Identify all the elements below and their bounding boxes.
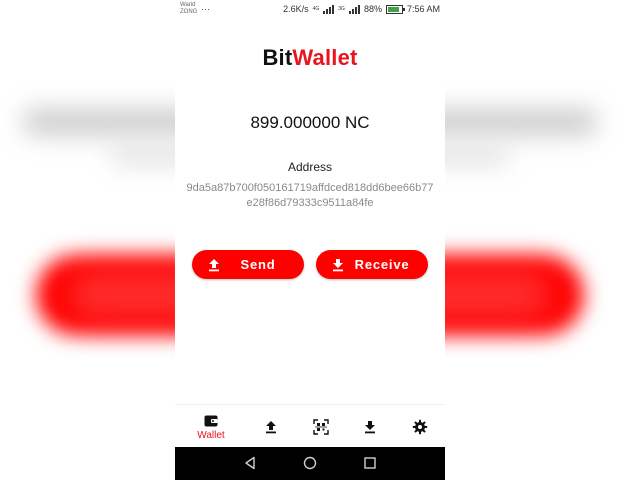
address-label: Address bbox=[287, 160, 333, 174]
network-badge-1: 4G bbox=[312, 5, 320, 12]
battery-icon bbox=[385, 4, 405, 14]
status-bar: Warid ZONG ··· 2.6K/s 4G 3G 88% 7:56 AM bbox=[175, 0, 445, 20]
more-notifications-icon: ··· bbox=[201, 4, 210, 14]
phone-screen: Warid ZONG ··· 2.6K/s 4G 3G 88% 7:56 AM … bbox=[175, 0, 445, 480]
system-nav-bar bbox=[175, 447, 445, 480]
gear-icon bbox=[412, 419, 428, 434]
carrier-label: Warid ZONG bbox=[180, 2, 197, 16]
nav-label-wallet: Wallet bbox=[197, 429, 225, 441]
signal-icon-1 bbox=[323, 4, 335, 14]
nav-item-settings[interactable] bbox=[400, 405, 440, 448]
wallet-balance: 899.000000 NC bbox=[250, 113, 370, 132]
app-logo: BitWallet bbox=[175, 45, 445, 71]
download-icon bbox=[333, 258, 343, 271]
upload-icon bbox=[266, 420, 276, 433]
clock: 7:56 AM bbox=[406, 4, 440, 14]
logo-bit: Bit bbox=[262, 45, 293, 70]
wallet-address[interactable]: 9da5a87b700f050161719affdced818dd6bee66b… bbox=[185, 181, 435, 211]
nav-item-wallet[interactable]: Wallet bbox=[191, 405, 231, 448]
carrier-line-1: Warid bbox=[180, 2, 196, 8]
logo-wallet: Wallet bbox=[292, 45, 358, 70]
recents-icon[interactable] bbox=[363, 456, 377, 470]
status-indicators: 2.6K/s 4G 3G 88% 7:56 AM bbox=[283, 4, 440, 14]
carrier-line-2: ZONG bbox=[180, 9, 198, 15]
network-type: 4G bbox=[312, 5, 320, 12]
send-label: Send bbox=[240, 257, 276, 272]
nav-item-scan[interactable] bbox=[301, 405, 341, 448]
battery-percent: 88% bbox=[363, 4, 382, 14]
send-button[interactable]: Send bbox=[192, 250, 304, 279]
network-speed: 2.6K/s bbox=[283, 4, 309, 14]
upload-icon bbox=[209, 258, 219, 271]
nav-item-send[interactable] bbox=[251, 405, 291, 448]
qr-scan-icon bbox=[313, 418, 329, 435]
download-icon bbox=[365, 420, 375, 433]
back-icon[interactable] bbox=[243, 456, 257, 470]
home-icon[interactable] bbox=[303, 456, 317, 470]
nav-item-receive[interactable] bbox=[350, 405, 390, 448]
wallet-icon bbox=[204, 415, 218, 426]
bottom-nav: Wallet bbox=[175, 404, 445, 448]
receive-button[interactable]: Receive bbox=[316, 250, 428, 279]
receive-label: Receive bbox=[354, 257, 410, 272]
network-badge-2: 3G bbox=[338, 5, 345, 12]
signal-icon-2 bbox=[348, 4, 360, 14]
